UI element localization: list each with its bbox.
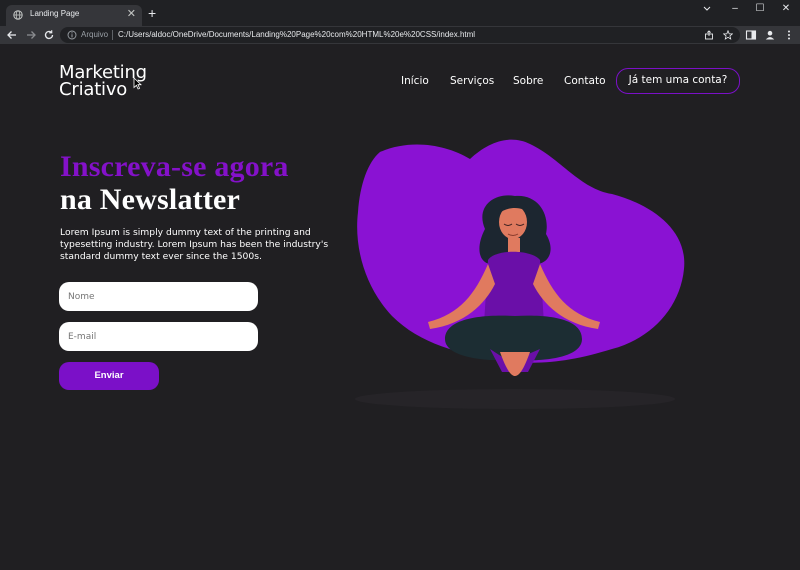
info-icon[interactable] — [67, 30, 77, 40]
address-divider — [112, 30, 113, 40]
tab-title: Landing Page — [30, 9, 80, 18]
nav-link-inicio[interactable]: Início — [401, 75, 429, 87]
plus-icon[interactable]: + — [148, 6, 156, 20]
mouse-cursor-icon — [133, 77, 142, 90]
profile-icon[interactable] — [764, 29, 776, 41]
close-icon[interactable]: ✕ — [127, 7, 136, 20]
window-close-button[interactable]: ✕ — [779, 3, 793, 14]
browser-toolbar: Arquivo C:/Users/aldoc/OneDrive/Document… — [0, 26, 800, 44]
forward-arrow-icon[interactable] — [25, 29, 37, 41]
tab-strip: Landing Page ✕ + – ☐ ✕ — [0, 0, 800, 26]
hero-description: Lorem Ipsum is simply dummy text of the … — [60, 227, 329, 262]
meditation-illustration — [355, 139, 685, 409]
nav-link-servicos[interactable]: Serviços — [450, 75, 494, 87]
submit-button[interactable]: Enviar — [59, 362, 159, 390]
back-arrow-icon[interactable] — [6, 29, 18, 41]
chevron-down-icon[interactable] — [702, 5, 712, 13]
address-bar[interactable]: Arquivo C:/Users/aldoc/OneDrive/Document… — [60, 27, 740, 43]
sidebar-icon[interactable] — [745, 29, 757, 41]
menu-icon[interactable] — [783, 29, 795, 41]
nav-link-sobre[interactable]: Sobre — [513, 75, 543, 87]
address-scheme-label: Arquivo — [81, 30, 109, 39]
url-text[interactable]: C:/Users/aldoc/OneDrive/Documents/Landin… — [118, 30, 475, 39]
email-input[interactable] — [59, 322, 258, 351]
browser-tab[interactable]: Landing Page ✕ — [6, 5, 142, 26]
minimize-button[interactable]: – — [728, 3, 742, 14]
name-input[interactable] — [59, 282, 258, 311]
star-icon[interactable] — [723, 30, 733, 40]
ground-shadow — [355, 389, 675, 409]
nav-link-contato[interactable]: Contato — [564, 75, 606, 87]
login-button[interactable]: Já tem uma conta? — [616, 68, 740, 94]
landing-page: Marketing Criativo Início Serviços Sobre… — [0, 44, 800, 570]
hero-title-line-2: na Newslatter — [60, 183, 241, 216]
maximize-button[interactable]: ☐ — [753, 3, 767, 14]
hero-title-line-1: Inscreva-se agora — [60, 150, 289, 183]
globe-icon — [13, 10, 23, 20]
share-icon[interactable] — [704, 30, 714, 40]
reload-icon[interactable] — [43, 29, 55, 41]
